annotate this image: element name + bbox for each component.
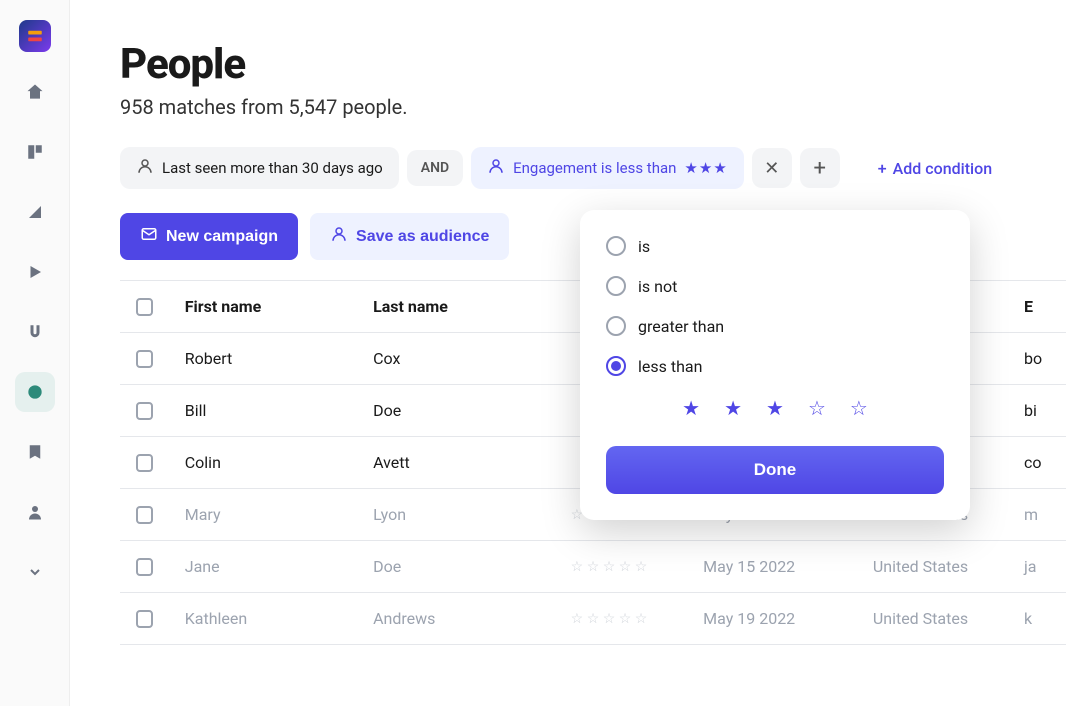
row-checkbox[interactable] xyxy=(136,506,153,524)
main-content: People 958 matches from 5,547 people. La… xyxy=(70,0,1066,706)
filter-bar: Last seen more than 30 days ago AND Enga… xyxy=(120,147,1066,189)
radio-less-than[interactable]: less than xyxy=(606,356,944,376)
filter-condition-2-label: Engagement is less than xyxy=(513,159,676,177)
person-icon xyxy=(136,157,154,179)
filter-join[interactable]: AND xyxy=(407,150,463,186)
cell-extra: m xyxy=(1008,505,1066,524)
page-subtitle: 958 matches from 5,547 people. xyxy=(120,95,1066,119)
cell-first-name: Jane xyxy=(169,557,357,576)
cell-last-name: Andrews xyxy=(357,609,555,628)
star-picker: ★ ★ ★ ☆ ☆ xyxy=(606,396,944,420)
nav-more-icon[interactable] xyxy=(15,552,55,592)
row-checkbox[interactable] xyxy=(136,350,153,368)
nav-home-icon[interactable] xyxy=(15,72,55,112)
cell-first-name: Kathleen xyxy=(169,609,357,628)
row-checkbox[interactable] xyxy=(136,558,153,576)
cell-engagement: ☆ ☆ ☆ ☆ ☆ xyxy=(555,559,687,575)
table-row[interactable]: JaneDoe☆ ☆ ☆ ☆ ☆May 15 2022United States… xyxy=(120,541,1066,593)
add-condition-label: Add condition xyxy=(893,159,992,178)
cell-date: May 19 2022 xyxy=(687,609,857,628)
radio-icon xyxy=(606,276,626,296)
star-5[interactable]: ☆ xyxy=(850,396,868,420)
add-condition-link[interactable]: + Add condition xyxy=(878,159,992,178)
cell-first-name: Mary xyxy=(169,505,357,524)
cell-country: United States xyxy=(857,609,1008,628)
remove-filter-button[interactable]: ✕ xyxy=(752,148,792,188)
cell-engagement: ☆ ☆ ☆ ☆ ☆ xyxy=(555,611,687,627)
cell-first-name: Colin xyxy=(169,453,357,472)
mail-icon xyxy=(140,225,158,248)
nav-dashboard-icon[interactable] xyxy=(15,132,55,172)
cell-first-name: Bill xyxy=(169,401,357,420)
row-checkbox[interactable] xyxy=(136,402,153,420)
nav-bookmark-icon[interactable] xyxy=(15,432,55,472)
star-1[interactable]: ★ xyxy=(682,396,700,420)
app-logo xyxy=(19,20,51,52)
new-campaign-label: New campaign xyxy=(166,228,278,246)
save-audience-label: Save as audience xyxy=(356,228,489,246)
new-campaign-button[interactable]: New campaign xyxy=(120,213,298,260)
cell-first-name: Robert xyxy=(169,349,357,368)
cell-last-name: Lyon xyxy=(357,505,555,524)
sidebar xyxy=(0,0,70,706)
filter-condition-2[interactable]: Engagement is less than ★★★ xyxy=(471,147,744,189)
cell-extra: co xyxy=(1008,453,1066,472)
page-title: People xyxy=(120,40,1066,89)
cell-extra: bo xyxy=(1008,349,1066,368)
star-4[interactable]: ☆ xyxy=(808,396,826,420)
cell-extra: bi xyxy=(1008,401,1066,420)
radio-icon xyxy=(606,236,626,256)
nav-people-icon[interactable] xyxy=(15,372,55,412)
cell-last-name: Avett xyxy=(357,453,555,472)
plus-icon: + xyxy=(878,159,887,178)
cell-country: United States xyxy=(857,557,1008,576)
cell-extra: k xyxy=(1008,609,1066,628)
row-checkbox[interactable] xyxy=(136,454,153,472)
filter-condition-1-label: Last seen more than 30 days ago xyxy=(162,159,383,177)
nav-profile-icon[interactable] xyxy=(15,492,55,532)
filter-star-value: ★★★ xyxy=(684,159,727,177)
person-icon xyxy=(330,225,348,248)
cell-last-name: Doe xyxy=(357,557,555,576)
filter-popover: is is not greater than less than ★ ★ ★ ☆… xyxy=(580,210,970,520)
col-last-name[interactable]: Last name xyxy=(357,297,555,316)
done-button[interactable]: Done xyxy=(606,446,944,494)
col-extra[interactable]: E xyxy=(1008,297,1066,316)
save-audience-button[interactable]: Save as audience xyxy=(310,213,509,260)
cell-last-name: Cox xyxy=(357,349,555,368)
radio-is-not[interactable]: is not xyxy=(606,276,944,296)
radio-greater-than[interactable]: greater than xyxy=(606,316,944,336)
radio-icon xyxy=(606,316,626,336)
nav-analytics-icon[interactable] xyxy=(15,192,55,232)
row-checkbox[interactable] xyxy=(136,610,153,628)
person-icon xyxy=(487,157,505,179)
star-3[interactable]: ★ xyxy=(766,396,784,420)
radio-icon xyxy=(606,356,626,376)
radio-is[interactable]: is xyxy=(606,236,944,256)
cell-extra: ja xyxy=(1008,557,1066,576)
cell-last-name: Doe xyxy=(357,401,555,420)
filter-condition-1[interactable]: Last seen more than 30 days ago xyxy=(120,147,399,189)
star-2[interactable]: ★ xyxy=(724,396,742,420)
col-first-name[interactable]: First name xyxy=(169,297,357,316)
select-all-checkbox[interactable] xyxy=(136,298,153,316)
nav-magnet-icon[interactable] xyxy=(15,312,55,352)
table-row[interactable]: KathleenAndrews☆ ☆ ☆ ☆ ☆May 19 2022Unite… xyxy=(120,593,1066,645)
add-filter-button[interactable]: + xyxy=(800,148,840,188)
nav-play-icon[interactable] xyxy=(15,252,55,292)
cell-date: May 15 2022 xyxy=(687,557,857,576)
